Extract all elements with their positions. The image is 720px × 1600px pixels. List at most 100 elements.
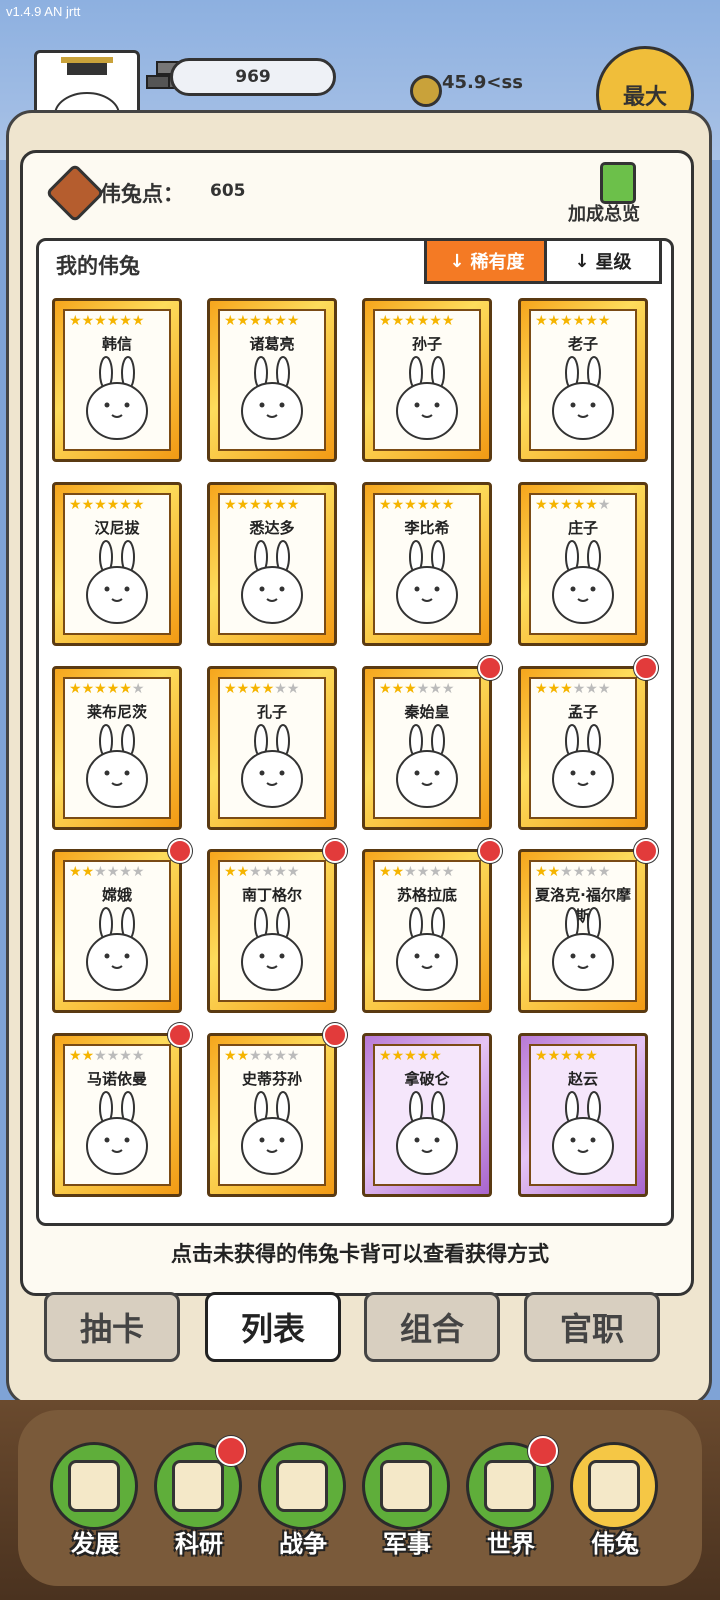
star-icon: ★ xyxy=(585,497,598,513)
tab-list[interactable]: 列表 xyxy=(205,1292,341,1362)
star-icon: ★ xyxy=(391,497,405,513)
star-icon: ★ xyxy=(572,681,586,697)
hero-card[interactable]: ★★★★★★ 汉尼拔 xyxy=(52,482,182,646)
hero-card[interactable]: ★★★★★★ 嫦娥 xyxy=(52,849,182,1013)
star-icon: ★ xyxy=(429,1048,442,1064)
hero-card[interactable]: ★★★★★★ 史蒂芬孙 xyxy=(207,1033,337,1197)
nav-button[interactable] xyxy=(570,1442,658,1530)
star-icon: ★ xyxy=(106,681,120,697)
star-icon: ★ xyxy=(547,497,561,513)
star-rating: ★★★★★★ xyxy=(379,313,454,329)
nav-label: 战争 xyxy=(279,1530,327,1558)
rabbit-portrait-icon xyxy=(552,724,614,808)
star-icon: ★ xyxy=(249,681,262,697)
card-face: ★★★★★★ 诸葛亮 xyxy=(218,309,326,451)
card-face: ★★★★★★ 汉尼拔 xyxy=(63,493,171,635)
star-icon: ★ xyxy=(249,313,262,329)
star-icon: ★ xyxy=(94,313,107,329)
hero-card[interactable]: ★★★★★ 拿破仑 xyxy=(362,1033,492,1197)
star-icon: ★ xyxy=(535,497,548,513)
hero-card[interactable]: ★★★★★★ 孙子 xyxy=(362,298,492,462)
star-icon: ★ xyxy=(572,864,586,880)
star-rating: ★★★★★★ xyxy=(535,864,610,880)
nav-item[interactable]: 伟兔 xyxy=(570,1442,660,1592)
nav-button[interactable] xyxy=(258,1442,346,1530)
nav-label: 发展 xyxy=(71,1530,119,1558)
nav-item[interactable]: 科研 xyxy=(154,1436,246,1592)
hero-card[interactable]: ★★★★★★ 秦始皇 xyxy=(362,666,492,830)
tab-combo[interactable]: 组合 xyxy=(364,1292,500,1362)
star-icon: ★ xyxy=(379,864,392,880)
star-icon: ★ xyxy=(572,1048,586,1064)
star-icon: ★ xyxy=(560,1048,573,1064)
star-icon: ★ xyxy=(391,681,405,697)
list-title: 我的伟兔 xyxy=(56,254,140,278)
sort-rarity-button[interactable]: ↓ 稀有度 xyxy=(424,238,550,284)
star-icon: ★ xyxy=(585,1048,598,1064)
hero-card[interactable]: ★★★★★ 赵云 xyxy=(518,1033,648,1197)
star-icon: ★ xyxy=(81,864,95,880)
star-icon: ★ xyxy=(131,313,145,329)
card-face: ★★★★★★ 孙子 xyxy=(373,309,481,451)
card-face: ★★★★★★ 庄子 xyxy=(529,493,637,635)
nav-label: 科研 xyxy=(175,1530,223,1558)
hero-card[interactable]: ★★★★★★ 孔子 xyxy=(207,666,337,830)
nav-item[interactable]: 军事 xyxy=(362,1442,452,1592)
tab-office[interactable]: 官职 xyxy=(524,1292,660,1362)
hero-card[interactable]: ★★★★★★ 孟子 xyxy=(518,666,648,830)
card-face: ★★★★★★ 南丁格尔 xyxy=(218,860,326,1002)
nav-item[interactable]: 世界 xyxy=(466,1436,558,1592)
hero-card[interactable]: ★★★★★★ 莱布尼茨 xyxy=(52,666,182,830)
hero-card[interactable]: ★★★★★★ 苏格拉底 xyxy=(362,849,492,1013)
sort-star-button[interactable]: ↓ 星级 xyxy=(544,238,662,284)
star-icon: ★ xyxy=(224,681,237,697)
hero-card[interactable]: ★★★★★★ 马诺依曼 xyxy=(52,1033,182,1197)
card-name: 孙子 xyxy=(411,335,442,353)
hero-card[interactable]: ★★★★★★ 南丁格尔 xyxy=(207,849,337,1013)
star-icon: ★ xyxy=(69,681,82,697)
hero-card[interactable]: ★★★★★★ 庄子 xyxy=(518,482,648,646)
hero-card[interactable]: ★★★★★★ 韩信 xyxy=(52,298,182,462)
star-icon: ★ xyxy=(560,313,573,329)
tab-draw[interactable]: 抽卡 xyxy=(44,1292,180,1362)
star-rating: ★★★★★★ xyxy=(224,864,299,880)
rabbit-portrait-icon xyxy=(552,540,614,624)
star-icon: ★ xyxy=(429,864,442,880)
star-icon: ★ xyxy=(94,1048,107,1064)
notification-dot-icon xyxy=(634,656,658,680)
star-icon: ★ xyxy=(131,497,145,513)
bonus-list-icon[interactable] xyxy=(600,162,636,204)
bonus-overview-button[interactable]: 加成总览 xyxy=(568,200,640,226)
hero-card[interactable]: ★★★★★★ 李比希 xyxy=(362,482,492,646)
star-icon: ★ xyxy=(119,681,132,697)
hero-card[interactable]: ★★★★★★ 夏洛克·福尔摩斯 xyxy=(518,849,648,1013)
star-icon: ★ xyxy=(94,497,107,513)
card-face: ★★★★★★ 老子 xyxy=(529,309,637,451)
star-icon: ★ xyxy=(560,681,573,697)
hero-card[interactable]: ★★★★★★ 诸葛亮 xyxy=(207,298,337,462)
nav-item[interactable]: 发展 xyxy=(50,1442,140,1592)
nav-button[interactable] xyxy=(50,1442,138,1530)
star-icon: ★ xyxy=(560,864,573,880)
nav-item[interactable]: 战争 xyxy=(258,1442,348,1592)
star-icon: ★ xyxy=(224,864,237,880)
swords-icon xyxy=(276,1460,328,1512)
nav-button[interactable] xyxy=(362,1442,450,1530)
star-icon: ★ xyxy=(261,497,275,513)
hero-card[interactable]: ★★★★★★ 悉达多 xyxy=(207,482,337,646)
rabbit-portrait-icon xyxy=(396,540,458,624)
card-name: 孔子 xyxy=(256,703,287,721)
star-icon: ★ xyxy=(379,497,392,513)
rabbit-portrait-icon xyxy=(86,907,148,991)
rabbit-portrait-icon xyxy=(86,356,148,440)
star-icon: ★ xyxy=(535,313,548,329)
growth-icon xyxy=(68,1460,120,1512)
rabbit-portrait-icon xyxy=(396,724,458,808)
hero-card[interactable]: ★★★★★★ 老子 xyxy=(518,298,648,462)
nav-label: 伟兔 xyxy=(591,1530,639,1558)
card-name: 赵云 xyxy=(567,1070,598,1088)
star-icon: ★ xyxy=(131,864,145,880)
arrow-down-icon: ↓ xyxy=(449,250,465,272)
card-name: 秦始皇 xyxy=(404,703,450,721)
card-face: ★★★★★★ 马诺依曼 xyxy=(63,1044,171,1186)
